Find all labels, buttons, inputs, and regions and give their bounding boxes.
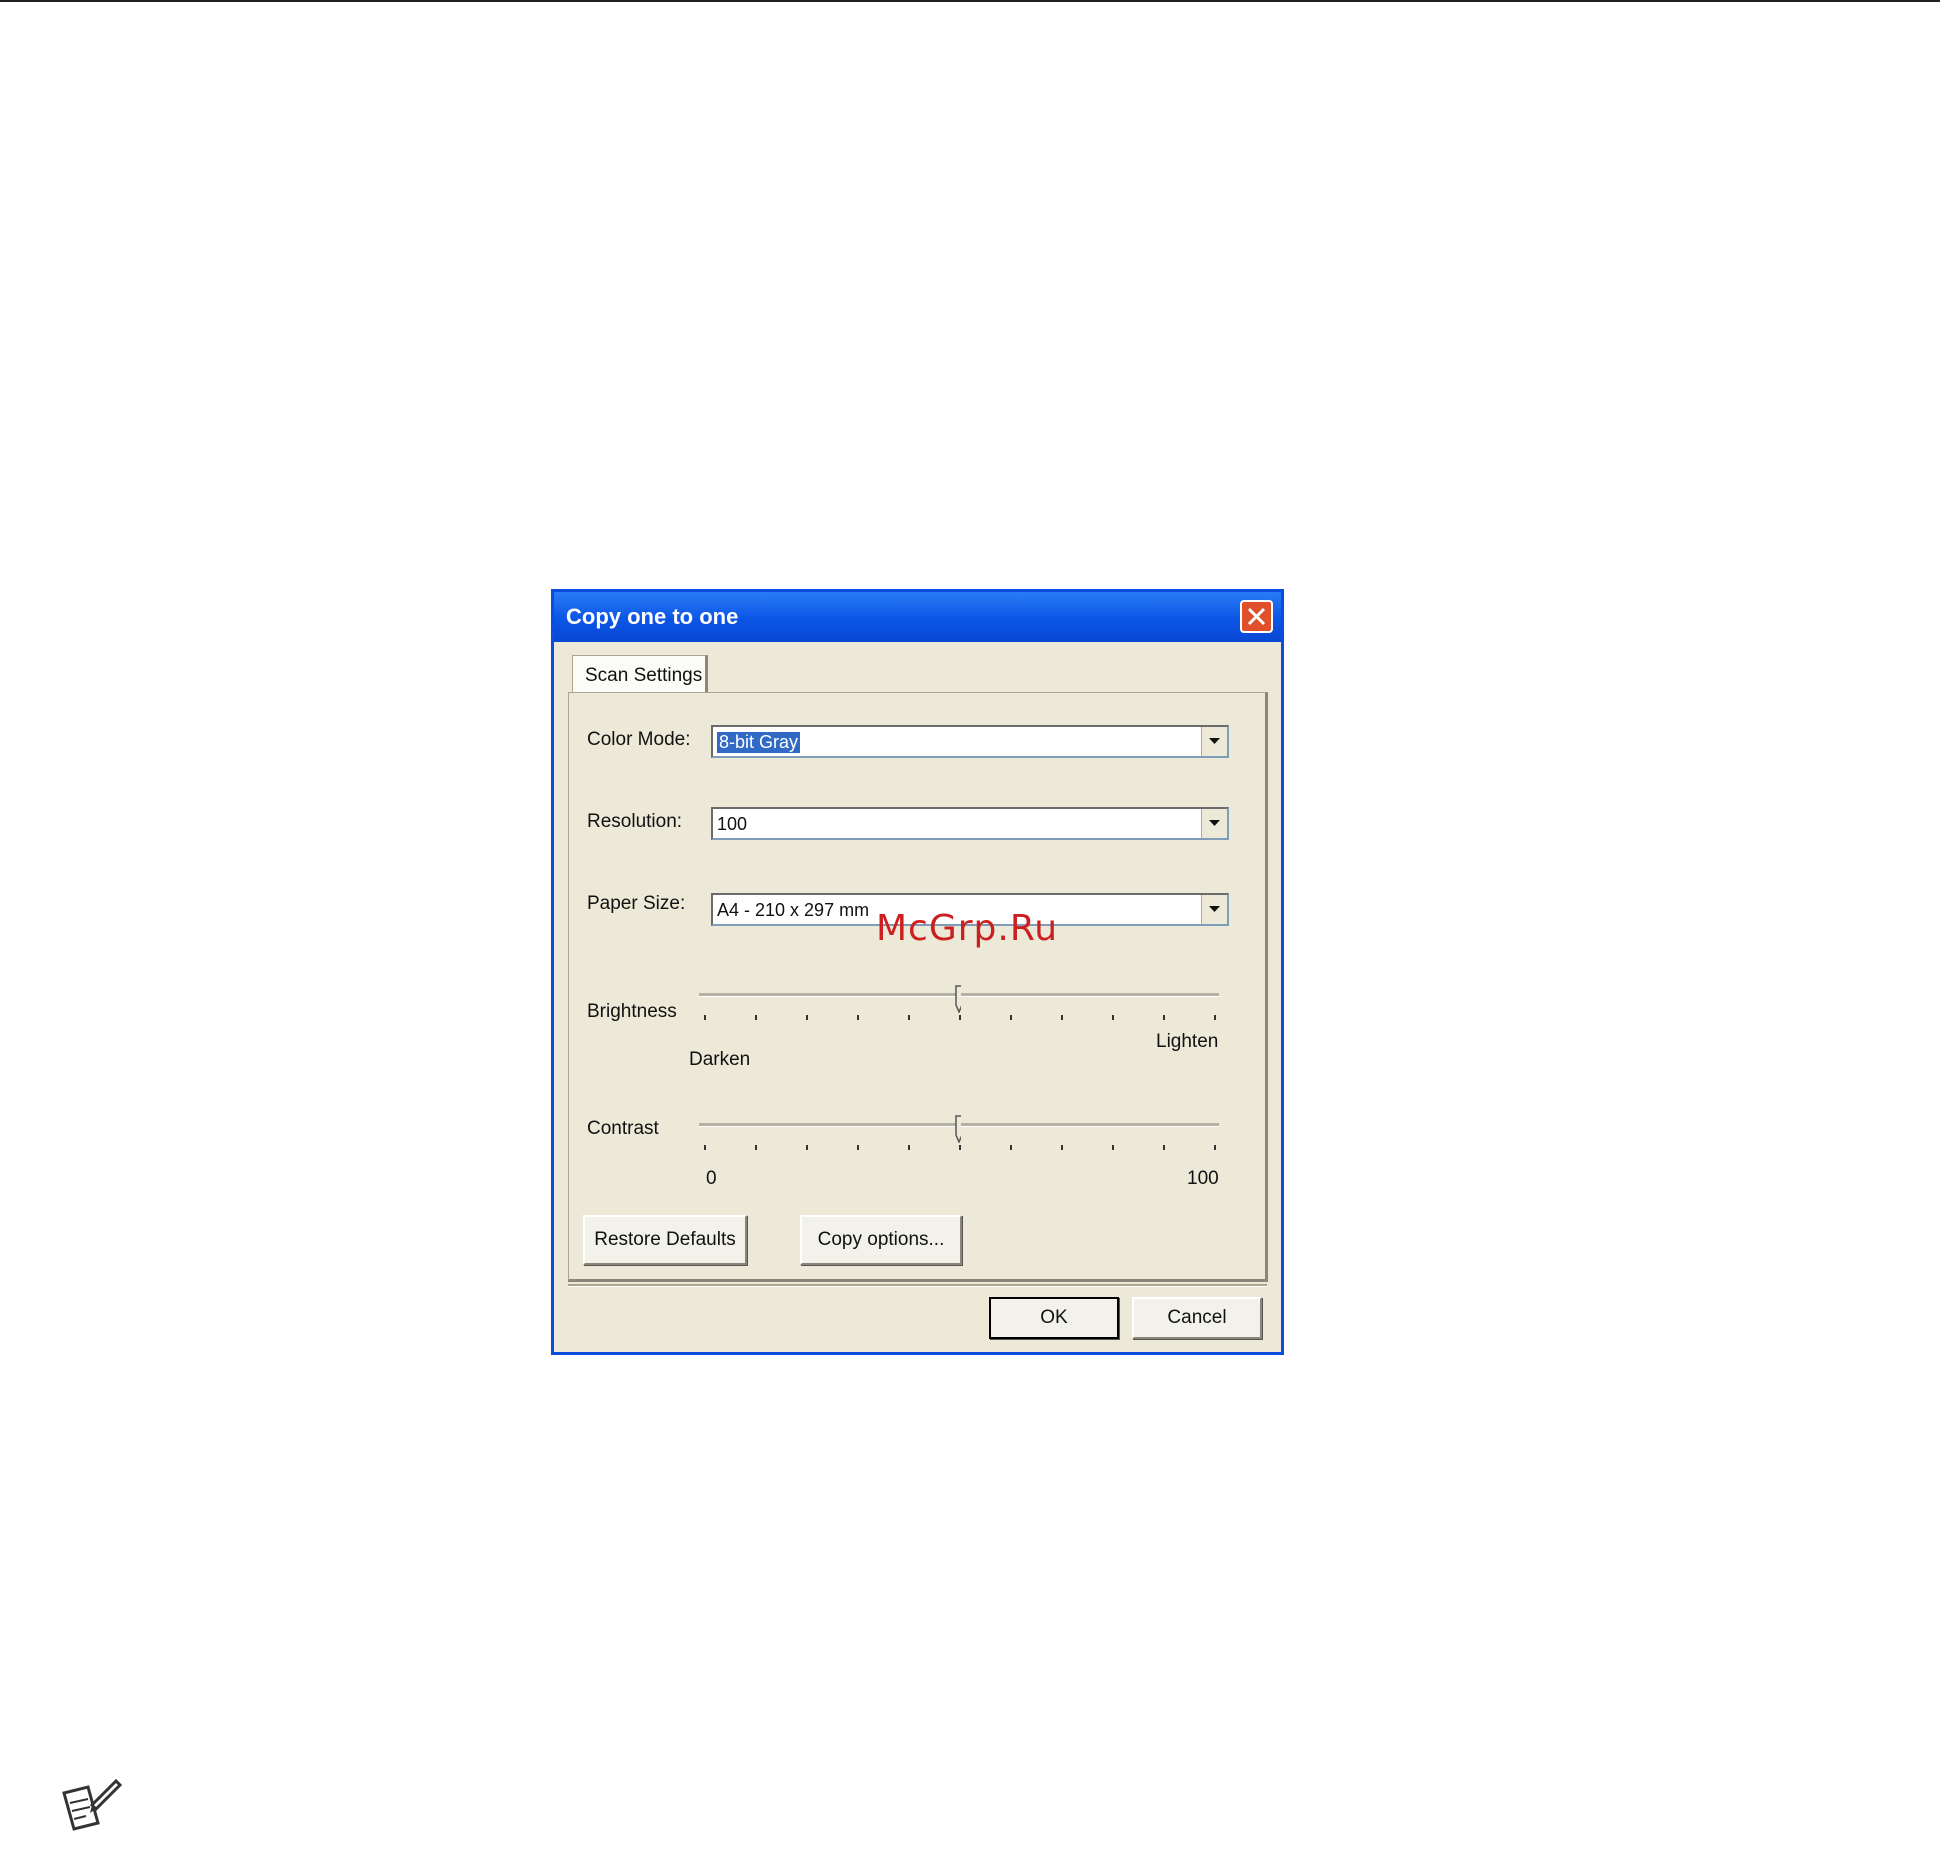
contrast-slider-tick (908, 1145, 910, 1150)
dropdown-arrow-icon (1209, 820, 1220, 826)
copy-options-button[interactable]: Copy options... (800, 1215, 962, 1265)
contrast-slider-tick (806, 1145, 808, 1150)
page-top-rule (0, 0, 1940, 2)
contrast-slider-tick (1163, 1145, 1165, 1150)
color-mode-dropdown-button[interactable] (1201, 727, 1227, 756)
close-icon (1247, 607, 1266, 626)
paper-size-dropdown-button[interactable] (1201, 895, 1227, 924)
brightness-slider-tick (1163, 1015, 1165, 1020)
color-mode-label: Color Mode: (587, 729, 691, 750)
brightness-slider-tick (1010, 1015, 1012, 1020)
dialog-titlebar[interactable]: Copy one to one (554, 592, 1281, 642)
contrast-slider-tick (1061, 1145, 1063, 1150)
brightness-slider-tick (1112, 1015, 1114, 1020)
contrast-slider-tick (704, 1145, 706, 1150)
contrast-slider[interactable] (699, 1113, 1219, 1153)
resolution-label: Resolution: (587, 811, 683, 832)
brightness-slider-tick (704, 1015, 706, 1020)
tab-scan-settings[interactable]: Scan Settings (572, 655, 708, 693)
scan-settings-panel: Color Mode: 8-bit Gray Resolution: 100 P… (568, 692, 1268, 1282)
copy-dialog: Copy one to one Scan Settings Color Mode… (551, 589, 1284, 1355)
ok-button[interactable]: OK (989, 1297, 1119, 1339)
paper-size-label: Paper Size: (587, 893, 686, 914)
contrast-slider-tick (1214, 1145, 1216, 1150)
contrast-min-label: 0 (706, 1168, 717, 1189)
contrast-slider-tick (1112, 1145, 1114, 1150)
contrast-slider-tick (1010, 1145, 1012, 1150)
resolution-value: 100 (717, 814, 748, 834)
brightness-max-label: Lighten (1156, 1031, 1219, 1052)
close-button[interactable] (1240, 600, 1273, 633)
dialog-footer-separator (568, 1284, 1267, 1287)
restore-defaults-button[interactable]: Restore Defaults (583, 1215, 747, 1265)
brightness-slider-tick (908, 1015, 910, 1020)
brightness-slider-tick (857, 1015, 859, 1020)
dialog-title: Copy one to one (566, 604, 739, 629)
contrast-slider-tick (959, 1145, 961, 1150)
watermark: McGrp.Ru (876, 908, 1059, 949)
brightness-slider-tick (1061, 1015, 1063, 1020)
dropdown-arrow-icon (1209, 738, 1220, 744)
brightness-slider-thumb[interactable] (955, 985, 961, 1013)
tab-scan-settings-label: Scan Settings (585, 665, 703, 686)
brightness-slider-tick (755, 1015, 757, 1020)
color-mode-select[interactable]: 8-bit Gray (711, 725, 1229, 758)
resolution-select[interactable]: 100 (711, 807, 1229, 840)
color-mode-value: 8-bit Gray (717, 732, 801, 753)
contrast-slider-tick (857, 1145, 859, 1150)
contrast-max-label: 100 (1187, 1168, 1219, 1189)
brightness-slider-tick (959, 1015, 961, 1020)
contrast-slider-thumb[interactable] (955, 1115, 961, 1143)
contrast-slider-tick (755, 1145, 757, 1150)
brightness-slider-tick (806, 1015, 808, 1020)
note-pencil-icon (62, 1778, 122, 1831)
brightness-slider-tick (1214, 1015, 1216, 1020)
cancel-button[interactable]: Cancel (1132, 1297, 1262, 1339)
brightness-label: Brightness (587, 1001, 677, 1022)
brightness-slider[interactable] (699, 983, 1219, 1023)
brightness-min-label: Darken (689, 1049, 751, 1070)
paper-size-value: A4 - 210 x 297 mm (717, 900, 870, 920)
dropdown-arrow-icon (1209, 906, 1220, 912)
resolution-dropdown-button[interactable] (1201, 809, 1227, 838)
contrast-label: Contrast (587, 1118, 659, 1139)
